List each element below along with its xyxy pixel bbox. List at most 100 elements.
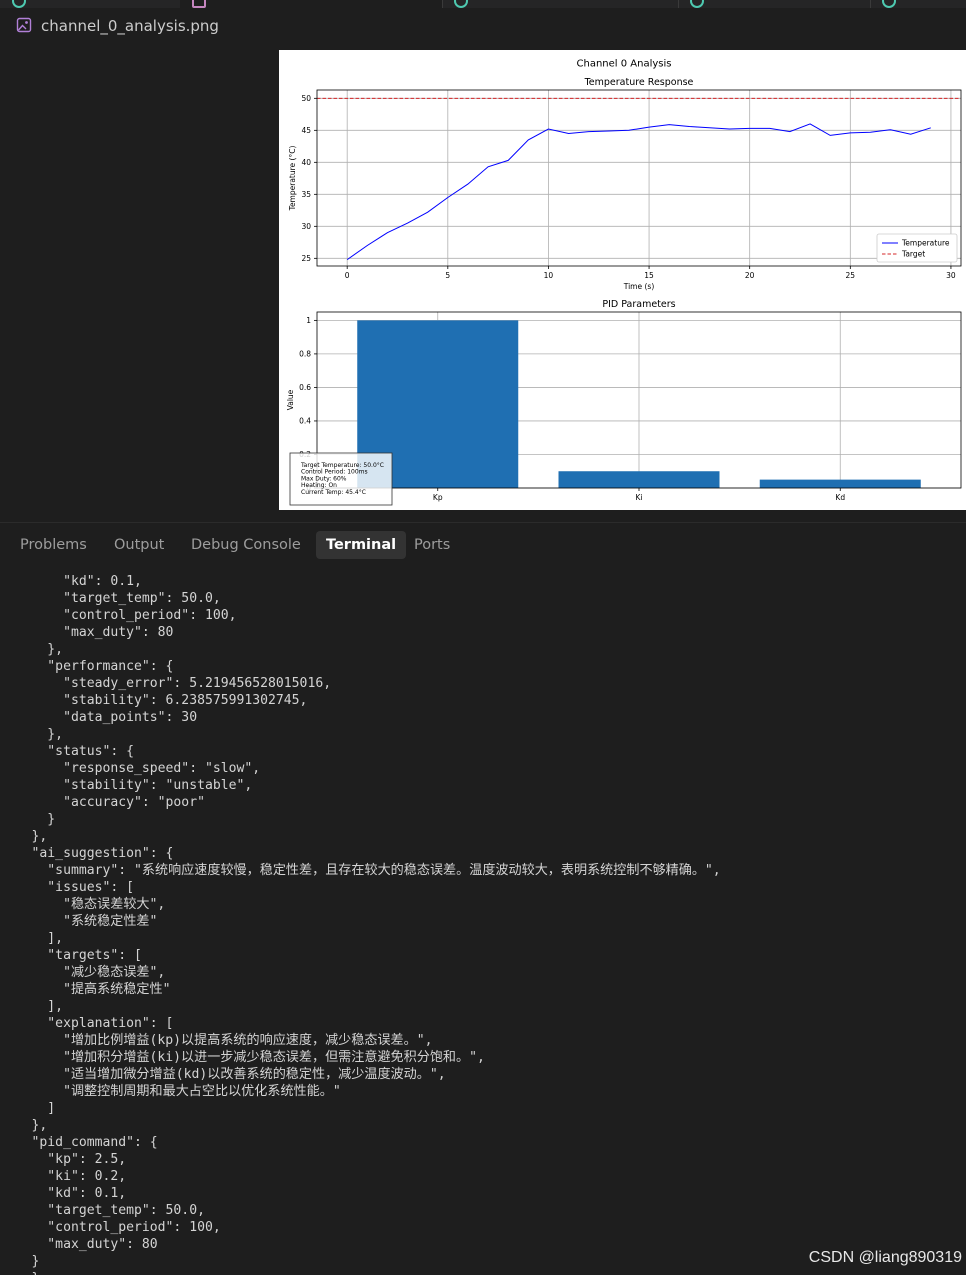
editor-tab-python-file[interactable] — [678, 0, 871, 8]
temperature-line — [346, 123, 931, 261]
terminal-line: ], — [0, 999, 64, 1014]
python-file-icon — [454, 0, 468, 8]
terminal-output[interactable]: "kd": 0.1, "target_temp": 50.0, "control… — [0, 573, 966, 1275]
python-file-icon — [882, 0, 896, 8]
bar-ki — [558, 471, 720, 488]
terminal-line: }, — [0, 1118, 48, 1133]
terminal-line: }, — [0, 727, 64, 742]
terminal-line: "调整控制周期和最大占空比以优化系统性能。" — [0, 1084, 341, 1099]
legend: Temperature Target — [876, 233, 958, 263]
info-box-line: Current Temp: 45.4°C — [301, 489, 366, 496]
tab-ports[interactable]: Ports — [404, 531, 460, 559]
terminal-line: "control_period": 100, — [0, 1220, 221, 1235]
y-tick-label: 1 — [306, 316, 311, 325]
terminal-line: "issues": [ — [0, 880, 135, 895]
x-tick-label: 0 — [345, 271, 350, 280]
legend-label-target: Target — [901, 250, 925, 259]
y-tick-label: 40 — [301, 158, 311, 167]
x-tick-label: 5 — [445, 271, 450, 280]
terminal-line: }, — [0, 642, 64, 657]
y-tick-label: 50 — [301, 94, 311, 103]
watermark: CSDN @liang890319 — [808, 1249, 962, 1266]
x-axis-label: Time (s) — [623, 282, 655, 291]
terminal-line: "ai_suggestion": { — [0, 846, 174, 861]
tab-debug-console[interactable]: Debug Console — [181, 531, 311, 559]
tab-problems[interactable]: Problems — [10, 531, 97, 559]
editor-tab-python-file[interactable] — [442, 0, 679, 8]
terminal-line: "max_duty": 80 — [0, 625, 174, 640]
y-tick-label: 0.4 — [299, 417, 311, 426]
y-axis-label: Value — [286, 389, 295, 410]
terminal-line: "data_points": 30 — [0, 710, 198, 725]
image-file-icon — [192, 0, 206, 8]
x-tick-label: 25 — [846, 271, 856, 280]
y-tick-label: 25 — [301, 254, 311, 263]
terminal-line: "status": { — [0, 744, 135, 759]
x-tick-label: 10 — [544, 271, 554, 280]
x-tick-label: Kp — [433, 493, 443, 502]
figure-suptitle: Channel 0 Analysis — [577, 59, 672, 70]
terminal-line: "增加积分增益(ki)以进一步减少稳态误差，但需注意避免积分饱和。", — [0, 1050, 485, 1065]
terminal-line: } — [0, 1270, 966, 1275]
x-tick-label: 30 — [946, 271, 956, 280]
analysis-figure: Channel 0 Analysis Temperature Response 0… — [286, 59, 962, 506]
image-file-icon — [16, 17, 32, 33]
terminal-line: "response_speed": "slow", — [0, 761, 261, 776]
terminal-line: "explanation": [ — [0, 1016, 174, 1031]
terminal-line: "适当增加微分增益(kd)以改善系统的稳定性，减少温度波动。", — [0, 1067, 446, 1082]
terminal-line: ] — [0, 1101, 56, 1116]
breadcrumb: channel_0_analysis.png — [0, 8, 966, 44]
terminal-line: "pid_command": { — [0, 1135, 158, 1150]
panel-tab-bar: Problems Output Debug Console Terminal P… — [0, 522, 966, 567]
terminal-line: "减少稳态误差", — [0, 965, 166, 980]
terminal-line: "提高系统稳定性" — [0, 982, 171, 997]
x-tick-label: 20 — [745, 271, 755, 280]
python-file-icon — [690, 0, 704, 8]
y-tick-label: 45 — [301, 126, 311, 135]
y-tick-label: 0.6 — [299, 383, 311, 392]
y-tick-label: 30 — [301, 222, 311, 231]
terminal-line: "kp": 2.5, — [0, 1152, 127, 1167]
terminal-line: "ki": 0.2, — [0, 1169, 127, 1184]
terminal-line: "kd": 0.1, — [0, 574, 142, 589]
editor-tab-image-file[interactable] — [180, 0, 443, 8]
chart-title: PID Parameters — [602, 299, 675, 310]
editor-tab-python-file[interactable] — [870, 0, 966, 8]
y-tick-label: 0.8 — [299, 350, 311, 359]
terminal-line: "系统稳定性差" — [0, 914, 158, 929]
info-box: Target Temperature: 50.0°CControl Period… — [289, 452, 393, 506]
editor-tab-strip — [0, 0, 966, 8]
terminal-line: ], — [0, 931, 64, 946]
terminal-line: "steady_error": 5.219456528015016, — [0, 676, 332, 691]
terminal-line: "accuracy": "poor" — [0, 795, 205, 810]
y-tick-label: 35 — [301, 190, 311, 199]
terminal-line: "kd": 0.1, — [0, 1186, 127, 1201]
terminal-line: "stability": 6.238575991302745, — [0, 693, 308, 708]
terminal-line: }, — [0, 829, 48, 844]
terminal-line: } — [0, 812, 56, 827]
tab-output[interactable]: Output — [104, 531, 174, 559]
terminal-line: "target_temp": 50.0, — [0, 1203, 205, 1218]
x-tick-label: Kd — [835, 493, 845, 502]
terminal-line: "targets": [ — [0, 948, 142, 963]
editor-tab-python-file[interactable] — [0, 0, 181, 8]
chart-title: Temperature Response — [584, 77, 694, 88]
tab-terminal[interactable]: Terminal — [316, 531, 407, 559]
image-preview: Channel 0 Analysis Temperature Response 0… — [279, 50, 966, 510]
python-file-icon — [12, 0, 26, 8]
x-tick-label: Ki — [635, 493, 642, 502]
terminal-line: "control_period": 100, — [0, 608, 237, 623]
terminal-line: "summary": "系统响应速度较慢，稳定性差，且存在较大的稳态误差。温度波… — [0, 863, 721, 878]
terminal-line: "performance": { — [0, 659, 174, 674]
terminal-line: "stability": "unstable", — [0, 778, 253, 793]
y-axis-label: Temperature (°C) — [288, 146, 297, 212]
terminal-line: "稳态误差较大", — [0, 897, 166, 912]
legend-label-temperature: Temperature — [901, 239, 950, 248]
file-title[interactable]: channel_0_analysis.png — [41, 17, 219, 35]
x-tick-label: 15 — [644, 271, 654, 280]
temperature-response-chart: Temperature Response 0 5 10 15 20 25 30 25 30 35 40… — [288, 77, 962, 291]
bar-kd — [759, 479, 921, 488]
terminal-line: "增加比例增益(kp)以提高系统的响应速度，减少稳态误差。", — [0, 1033, 433, 1048]
plot-frame — [316, 89, 962, 267]
terminal-line: "target_temp": 50.0, — [0, 591, 221, 606]
